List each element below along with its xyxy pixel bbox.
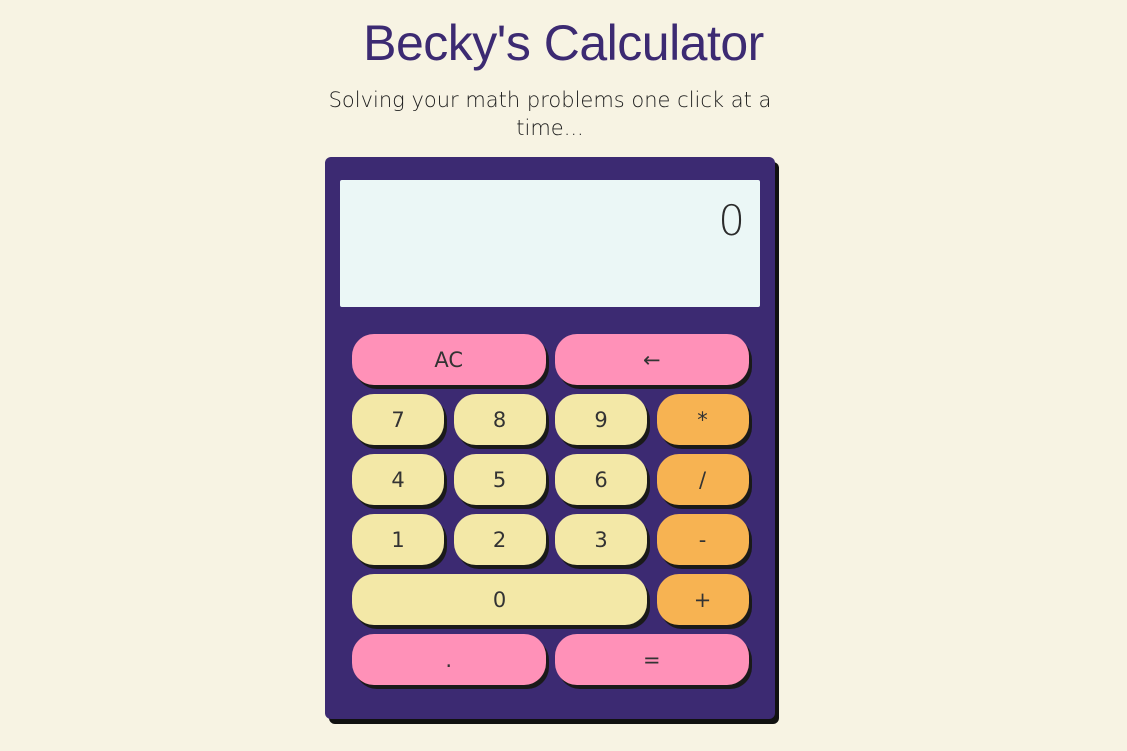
digit-0-button[interactable]: 0 xyxy=(352,574,647,625)
page-subtitle: Solving your math problems one click at … xyxy=(328,88,772,140)
digit-6-button[interactable]: 6 xyxy=(555,454,647,505)
calculator-display: 0 xyxy=(340,180,760,307)
multiply-button[interactable]: * xyxy=(656,394,749,445)
digit-1-button[interactable]: 1 xyxy=(352,514,444,565)
digit-2-button[interactable]: 2 xyxy=(453,514,546,565)
decimal-button[interactable]: . xyxy=(352,634,546,685)
calculator: 0 AC ← 7 8 9 * 4 5 6 / 1 2 3 - 0 + . = xyxy=(325,157,775,719)
digit-4-button[interactable]: 4 xyxy=(352,454,444,505)
divide-button[interactable]: / xyxy=(656,454,749,505)
backspace-button[interactable]: ← xyxy=(555,334,749,385)
digit-9-button[interactable]: 9 xyxy=(555,394,647,445)
digit-3-button[interactable]: 3 xyxy=(555,514,647,565)
add-button[interactable]: + xyxy=(656,574,749,625)
equals-button[interactable]: = xyxy=(555,634,749,685)
page-title: Becky's Calculator xyxy=(363,15,764,71)
digit-5-button[interactable]: 5 xyxy=(453,454,546,505)
keypad: AC ← 7 8 9 * 4 5 6 / 1 2 3 - 0 + . = xyxy=(352,334,749,685)
digit-7-button[interactable]: 7 xyxy=(352,394,444,445)
subtract-button[interactable]: - xyxy=(656,514,749,565)
display-value: 0 xyxy=(718,196,745,245)
digit-8-button[interactable]: 8 xyxy=(453,394,546,445)
clear-button[interactable]: AC xyxy=(352,334,546,385)
